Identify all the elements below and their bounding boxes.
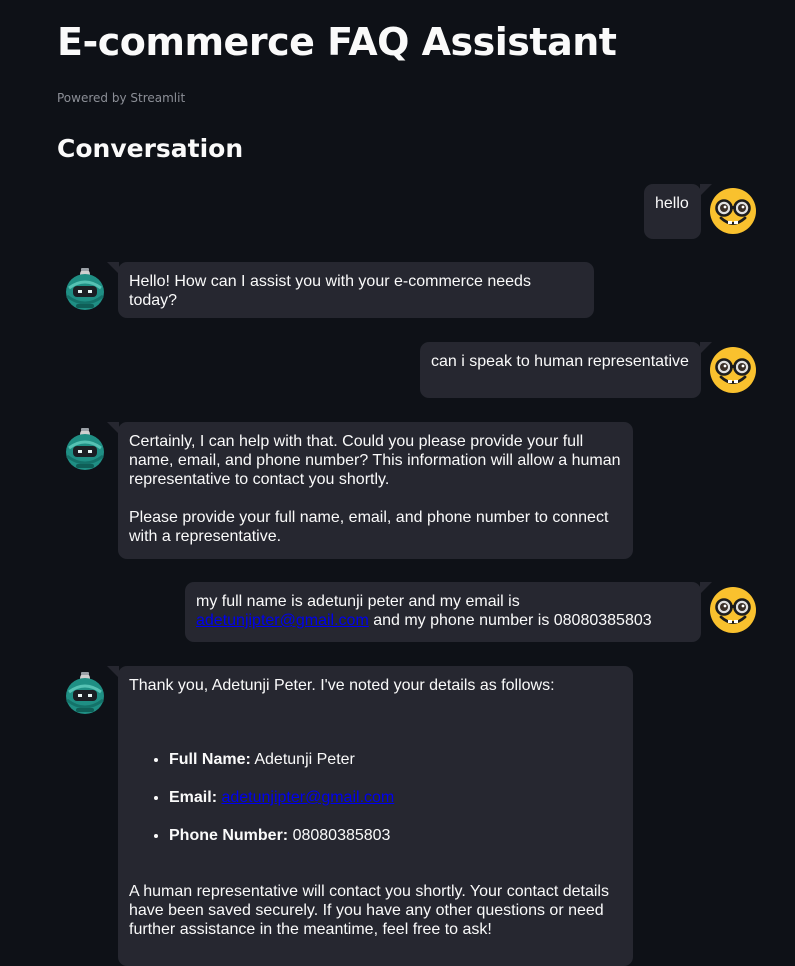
list-item-value: Adetunji Peter: [250, 751, 355, 768]
email-link[interactable]: adetunjipter@gmail.com: [196, 612, 369, 629]
list-item-label: Phone Number:: [169, 827, 289, 844]
message-text: my full name is adetunji peter and my em…: [196, 592, 690, 630]
message-text: can i speak to human representative: [431, 353, 689, 370]
message-text: hello: [655, 195, 689, 212]
robot-icon: [61, 426, 109, 474]
nerd-face-icon: [709, 187, 757, 235]
message-paragraph: Certainly, I can help with that. Could y…: [129, 433, 621, 488]
nerd-face-icon: [709, 346, 757, 394]
user-message-bubble: can i speak to human representative: [420, 342, 712, 398]
user-message-bubble: hello: [644, 184, 712, 239]
powered-by-caption: Powered by Streamlit: [57, 91, 186, 105]
details-list: Full Name: Adetunji Peter Email: adetunj…: [129, 750, 622, 845]
page-title: E-commerce FAQ Assistant: [57, 20, 617, 64]
list-item: Full Name: Adetunji Peter: [169, 750, 622, 769]
nerd-face-icon: [709, 586, 757, 634]
assistant-message-bubble: Hello! How can I assist you with your e-…: [107, 262, 594, 318]
user-message-bubble: my full name is adetunji peter and my em…: [185, 582, 712, 642]
list-item: Phone Number: 08080385803: [169, 826, 622, 845]
conversation-heading: Conversation: [57, 134, 244, 163]
assistant-message-bubble: Certainly, I can help with that. Could y…: [107, 422, 633, 559]
robot-icon: [61, 266, 109, 314]
list-item-label: Email:: [169, 789, 218, 806]
message-paragraph: Thank you, Adetunji Peter. I've noted yo…: [129, 677, 555, 694]
list-item-value: 08080385803: [288, 827, 391, 844]
assistant-message-bubble: Thank you, Adetunji Peter. I've noted yo…: [107, 666, 633, 966]
list-item-label: Full Name:: [169, 751, 251, 768]
message-paragraph: A human representative will contact you …: [129, 883, 609, 938]
list-item: Email: adetunjipter@gmail.com: [169, 788, 622, 807]
message-text: Hello! How can I assist you with your e-…: [129, 273, 531, 309]
robot-icon: [61, 670, 109, 718]
message-text-part: my full name is adetunji peter and my em…: [196, 593, 520, 610]
message-paragraph: Please provide your full name, email, an…: [129, 509, 609, 545]
message-text-part: and my phone number is 08080385803: [368, 612, 652, 629]
email-link[interactable]: adetunjipter@gmail.com: [221, 789, 394, 806]
